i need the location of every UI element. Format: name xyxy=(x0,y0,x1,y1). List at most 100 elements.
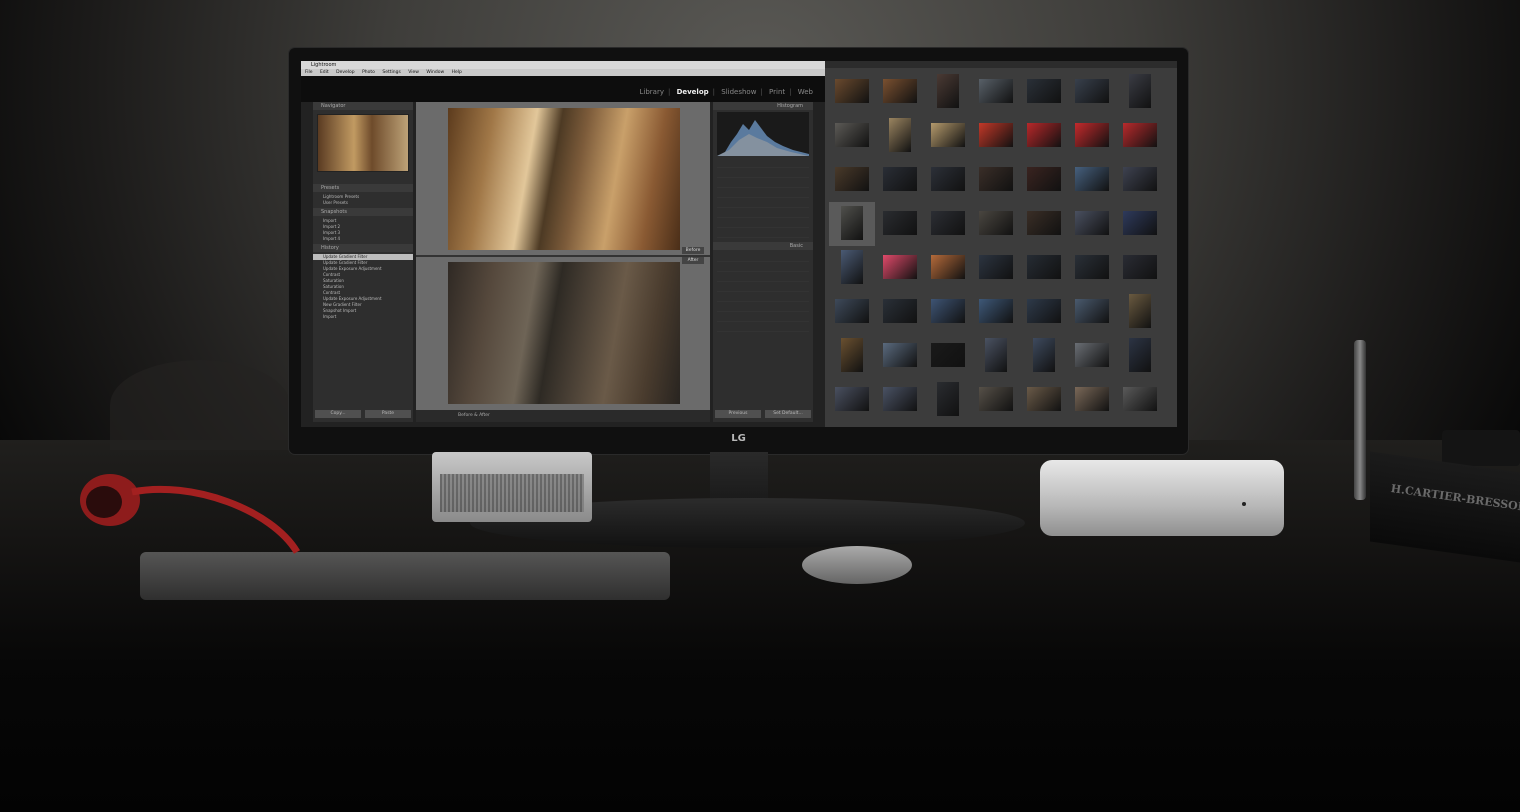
slider-row[interactable] xyxy=(717,272,809,282)
photo-thumbnail[interactable] xyxy=(937,74,959,108)
grid-cell[interactable] xyxy=(829,202,875,246)
grid-cell[interactable] xyxy=(973,158,1019,202)
menu-settings[interactable]: Settings xyxy=(382,70,400,75)
grid-cell[interactable] xyxy=(925,290,971,334)
slider-row[interactable] xyxy=(717,228,809,238)
grid-cell[interactable] xyxy=(973,70,1019,114)
grid-cell[interactable] xyxy=(1021,202,1067,246)
grid-cell[interactable] xyxy=(925,246,971,290)
photo-thumbnail[interactable] xyxy=(1123,387,1157,411)
photo-thumbnail[interactable] xyxy=(937,382,959,416)
photo-thumbnail[interactable] xyxy=(841,206,863,240)
slider-row[interactable] xyxy=(717,302,809,312)
photo-thumbnail[interactable] xyxy=(1129,294,1151,328)
photo-thumbnail[interactable] xyxy=(835,167,869,191)
photo-thumbnail[interactable] xyxy=(979,299,1013,323)
grid-cell[interactable] xyxy=(877,334,923,378)
grid-cell[interactable] xyxy=(829,158,875,202)
grid-cell[interactable] xyxy=(1021,158,1067,202)
grid-cell[interactable] xyxy=(925,158,971,202)
photo-thumbnail[interactable] xyxy=(1075,211,1109,235)
grid-cell[interactable] xyxy=(1117,378,1163,422)
grid-filter-bar[interactable] xyxy=(825,61,1177,68)
grid-cell[interactable] xyxy=(877,290,923,334)
previous-button[interactable]: Previous xyxy=(715,410,761,418)
photo-thumbnail[interactable] xyxy=(1075,299,1109,323)
photo-thumbnail[interactable] xyxy=(883,343,917,367)
presets-header[interactable]: Presets xyxy=(313,184,413,192)
photo-thumbnail[interactable] xyxy=(1075,167,1109,191)
menu-view[interactable]: View xyxy=(408,70,419,75)
grid-cell[interactable] xyxy=(1069,158,1115,202)
grid-cell[interactable] xyxy=(877,114,923,158)
photo-thumbnail[interactable] xyxy=(835,387,869,411)
photo-thumbnail[interactable] xyxy=(1027,387,1061,411)
grid-cell[interactable] xyxy=(1069,334,1115,378)
grid-cell[interactable] xyxy=(1117,202,1163,246)
photo-thumbnail[interactable] xyxy=(1075,387,1109,411)
module-print[interactable]: Print xyxy=(769,88,785,96)
grid-cell[interactable] xyxy=(829,378,875,422)
grid-cell[interactable] xyxy=(1069,202,1115,246)
before-photo[interactable] xyxy=(448,108,680,250)
grid-cell[interactable] xyxy=(1069,114,1115,158)
copy-button[interactable]: Copy... xyxy=(315,410,361,418)
navigator-preview[interactable] xyxy=(317,114,409,172)
paste-button[interactable]: Paste xyxy=(365,410,411,418)
grid-cell[interactable] xyxy=(877,158,923,202)
photo-thumbnail[interactable] xyxy=(931,299,965,323)
photo-thumbnail[interactable] xyxy=(979,387,1013,411)
photo-thumbnail[interactable] xyxy=(931,167,965,191)
preset-folder[interactable]: User Presets xyxy=(313,200,413,206)
grid-cell[interactable] xyxy=(1069,70,1115,114)
photo-thumbnail[interactable] xyxy=(1027,123,1061,147)
photo-thumbnail[interactable] xyxy=(841,338,863,372)
grid-cell[interactable] xyxy=(1021,114,1067,158)
photo-thumbnail[interactable] xyxy=(1033,338,1055,372)
grid-cell[interactable] xyxy=(925,70,971,114)
photo-thumbnail[interactable] xyxy=(1075,255,1109,279)
grid-cell[interactable] xyxy=(1021,70,1067,114)
slider-row[interactable] xyxy=(717,252,809,262)
grid-cell[interactable] xyxy=(877,378,923,422)
before-after-toggle[interactable]: Before & After xyxy=(458,413,490,418)
grid-cell[interactable] xyxy=(1021,378,1067,422)
photo-thumbnail[interactable] xyxy=(1027,211,1061,235)
grid-cell[interactable] xyxy=(925,334,971,378)
menu-photo[interactable]: Photo xyxy=(362,70,375,75)
photo-thumbnail[interactable] xyxy=(889,118,911,152)
photo-thumbnail[interactable] xyxy=(931,123,965,147)
photo-thumbnail[interactable] xyxy=(883,387,917,411)
basic-header[interactable]: Basic xyxy=(713,242,813,250)
grid-cell[interactable] xyxy=(973,290,1019,334)
grid-cell[interactable] xyxy=(877,70,923,114)
module-web[interactable]: Web xyxy=(798,88,813,96)
photo-thumbnail[interactable] xyxy=(841,250,863,284)
photo-thumbnail[interactable] xyxy=(985,338,1007,372)
grid-cell[interactable] xyxy=(1069,290,1115,334)
grid-cell[interactable] xyxy=(1117,114,1163,158)
menu-edit[interactable]: Edit xyxy=(320,70,329,75)
grid-cell[interactable] xyxy=(925,378,971,422)
grid-cell[interactable] xyxy=(829,246,875,290)
grid-cell[interactable] xyxy=(973,202,1019,246)
photo-thumbnail[interactable] xyxy=(1075,123,1109,147)
slider-row[interactable] xyxy=(717,178,809,188)
slider-row[interactable] xyxy=(717,282,809,292)
photo-thumbnail[interactable] xyxy=(1027,255,1061,279)
snapshots-header[interactable]: Snapshots xyxy=(313,208,413,216)
photo-thumbnail[interactable] xyxy=(931,343,965,367)
menu-file[interactable]: File xyxy=(305,70,313,75)
photo-thumbnail[interactable] xyxy=(883,255,917,279)
grid-cell[interactable] xyxy=(1021,290,1067,334)
tool-strip[interactable] xyxy=(717,158,809,168)
slider-row[interactable] xyxy=(717,312,809,322)
grid-cell[interactable] xyxy=(877,202,923,246)
grid-cell[interactable] xyxy=(1069,378,1115,422)
menu-develop[interactable]: Develop xyxy=(336,70,355,75)
photo-thumbnail[interactable] xyxy=(979,79,1013,103)
slider-row[interactable] xyxy=(717,322,809,332)
photo-thumbnail[interactable] xyxy=(979,211,1013,235)
slider-row[interactable] xyxy=(717,262,809,272)
photo-thumbnail[interactable] xyxy=(883,211,917,235)
